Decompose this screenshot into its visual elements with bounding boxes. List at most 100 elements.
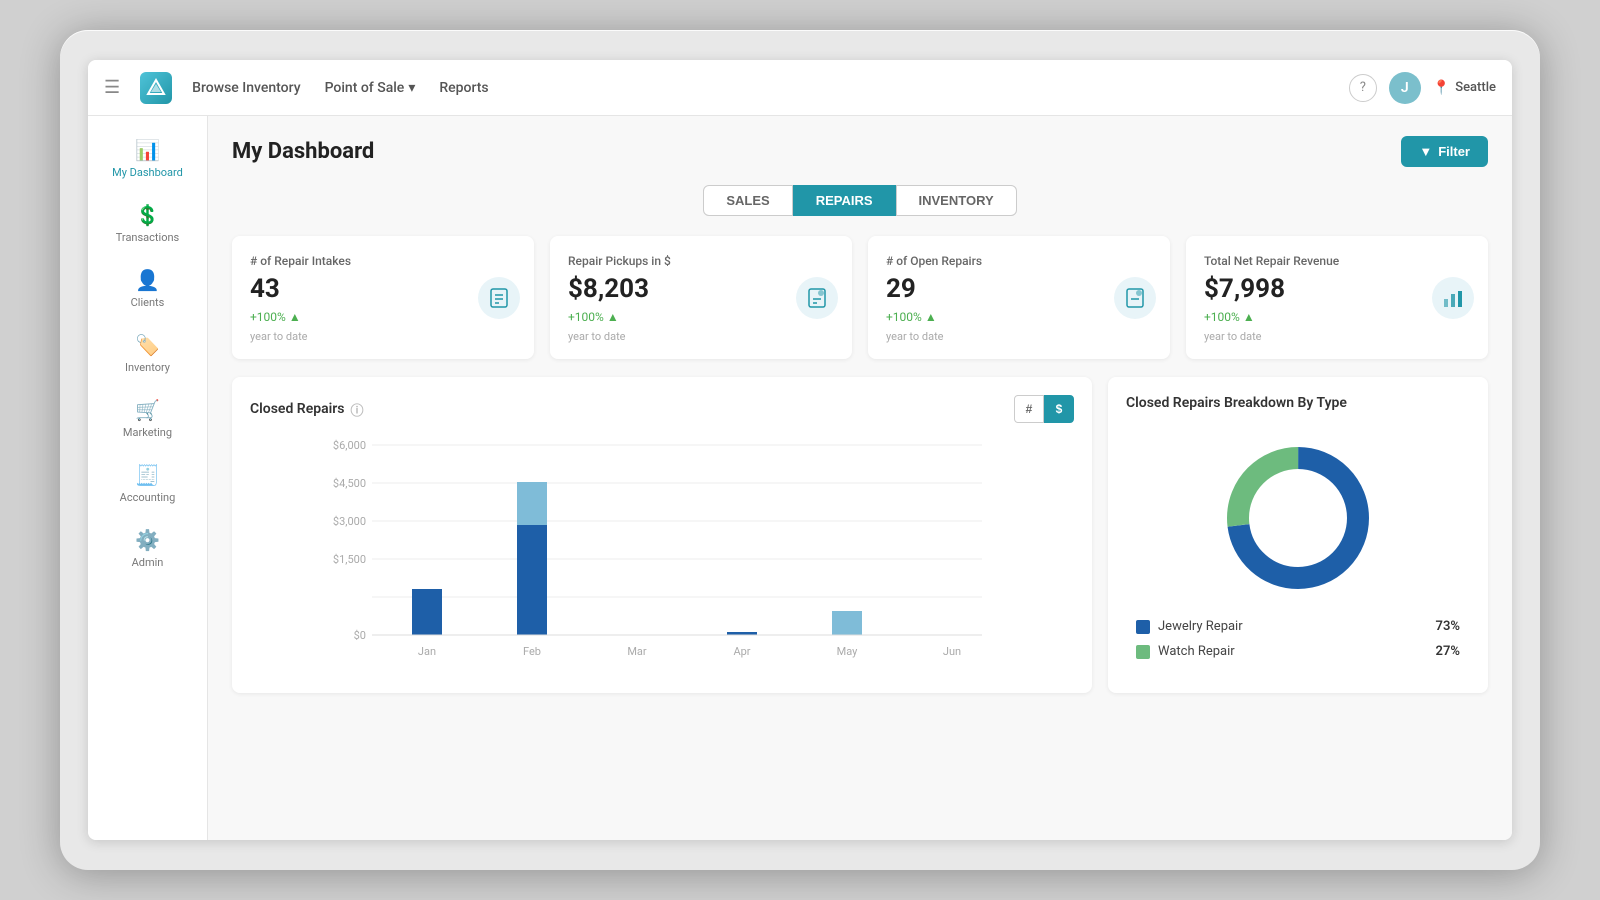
filter-button[interactable]: ▼ Filter	[1401, 136, 1488, 167]
app-window: ☰ Browse Inventory Point of Sale ▾ Repor…	[88, 60, 1512, 840]
tab-inventory[interactable]: INVENTORY	[896, 185, 1017, 216]
stat-icon-1	[796, 277, 838, 319]
sidebar-label-dashboard: My Dashboard	[112, 166, 183, 179]
user-avatar[interactable]: J	[1389, 72, 1421, 104]
jewelry-label: Jewelry Repair	[1158, 619, 1243, 634]
stat-icon-3	[1432, 277, 1474, 319]
stat-date-3: year to date	[1204, 330, 1470, 343]
sidebar-label-accounting: Accounting	[120, 491, 176, 504]
help-button[interactable]: ?	[1349, 74, 1377, 102]
bar-chart-header: Closed Repairs ⓘ # $	[250, 395, 1074, 423]
location-label: Seattle	[1455, 80, 1496, 95]
watch-dot	[1136, 645, 1150, 659]
nav-reports[interactable]: Reports	[439, 80, 488, 96]
stat-label-3: Total Net Repair Revenue	[1204, 254, 1470, 268]
stat-cards: # of Repair Intakes 43 +100% ▲ year to d…	[232, 236, 1488, 359]
bar-chart-card: Closed Repairs ⓘ # $	[232, 377, 1092, 693]
page-title: My Dashboard	[232, 139, 374, 164]
stat-label-0: # of Repair Intakes	[250, 254, 516, 268]
bar-chart-svg: $6,000 $4,500 $3,000 $1,500 $0	[250, 435, 1074, 675]
accounting-icon: 🧾	[135, 463, 160, 487]
logo	[140, 72, 172, 104]
sidebar-item-admin[interactable]: ⚙️ Admin	[88, 518, 207, 579]
arrow-up-icon-2: ▲	[925, 310, 937, 324]
sidebar-item-transactions[interactable]: 💲 Transactions	[88, 193, 207, 254]
bar-chart-area: $6,000 $4,500 $3,000 $1,500 $0	[250, 435, 1074, 675]
chart-toggle: # $	[1014, 395, 1074, 423]
donut-chart-header: Closed Repairs Breakdown By Type	[1126, 395, 1470, 411]
toggle-dollar-button[interactable]: $	[1044, 395, 1074, 423]
tab-repairs[interactable]: REPAIRS	[793, 185, 896, 216]
sidebar-label-clients: Clients	[131, 296, 165, 309]
stat-icon-2	[1114, 277, 1156, 319]
donut-hole	[1250, 470, 1346, 566]
main-layout: 📊 My Dashboard 💲 Transactions 👤 Clients …	[88, 116, 1512, 840]
stat-change-3: +100% ▲	[1204, 310, 1470, 324]
svg-text:$6,000: $6,000	[333, 439, 366, 452]
info-icon: ⓘ	[351, 400, 364, 419]
jewelry-pct: 73%	[1436, 619, 1460, 634]
toggle-hash-button[interactable]: #	[1014, 395, 1044, 423]
chart-legend: Jewelry Repair 73% Watch Repair	[1126, 619, 1470, 669]
stat-value-1: $8,203	[568, 274, 834, 304]
location-pin-icon: 📍	[1433, 80, 1450, 96]
sidebar-item-clients[interactable]: 👤 Clients	[88, 258, 207, 319]
tab-sales[interactable]: SALES	[703, 185, 792, 216]
bar-jan-dark	[412, 589, 442, 635]
sidebar-item-inventory[interactable]: 🏷️ Inventory	[88, 323, 207, 384]
sidebar-label-inventory: Inventory	[125, 361, 170, 374]
bar-may-light	[832, 611, 862, 635]
nav-right: ? J 📍 Seattle	[1349, 72, 1496, 104]
hamburger-icon[interactable]: ☰	[104, 77, 120, 98]
svg-text:$4,500: $4,500	[333, 477, 366, 490]
stat-change-2: +100% ▲	[886, 310, 1152, 324]
svg-text:May: May	[837, 645, 859, 658]
sidebar-label-transactions: Transactions	[116, 231, 179, 244]
nav-point-of-sale[interactable]: Point of Sale ▾	[325, 80, 416, 96]
bar-chart-title: Closed Repairs ⓘ	[250, 400, 364, 419]
donut-chart-title: Closed Repairs Breakdown By Type	[1126, 395, 1347, 411]
sidebar-label-marketing: Marketing	[123, 426, 172, 439]
content-header: My Dashboard ▼ Filter	[232, 136, 1488, 167]
stat-card-revenue: Total Net Repair Revenue $7,998 +100% ▲ …	[1186, 236, 1488, 359]
arrow-up-icon: ▲	[289, 310, 301, 324]
jewelry-dot	[1136, 620, 1150, 634]
legend-item-watch: Watch Repair 27%	[1136, 644, 1460, 659]
svg-text:$3,000: $3,000	[333, 515, 366, 528]
stat-date-1: year to date	[568, 330, 834, 343]
donut-area: Jewelry Repair 73% Watch Repair	[1126, 423, 1470, 669]
svg-text:$1,500: $1,500	[333, 553, 366, 566]
top-nav: ☰ Browse Inventory Point of Sale ▾ Repor…	[88, 60, 1512, 116]
nav-browse-inventory[interactable]: Browse Inventory	[192, 80, 300, 96]
stat-card-repair-pickups: Repair Pickups in $ $8,203 +100% ▲ year …	[550, 236, 852, 359]
marketing-icon: 🛒	[135, 398, 160, 422]
sidebar-item-accounting[interactable]: 🧾 Accounting	[88, 453, 207, 514]
filter-icon: ▼	[1419, 144, 1432, 159]
stat-label-1: Repair Pickups in $	[568, 254, 834, 268]
stat-value-2: 29	[886, 274, 1152, 304]
admin-icon: ⚙️	[135, 528, 160, 552]
device-frame: ☰ Browse Inventory Point of Sale ▾ Repor…	[60, 30, 1540, 870]
bar-feb-dark	[517, 525, 547, 635]
stat-date-0: year to date	[250, 330, 516, 343]
stat-change-0: +100% ▲	[250, 310, 516, 324]
tab-group: SALES REPAIRS INVENTORY	[232, 185, 1488, 216]
dashboard-icon: 📊	[135, 138, 160, 162]
stat-change-1: +100% ▲	[568, 310, 834, 324]
svg-text:Jun: Jun	[943, 645, 961, 658]
donut-chart-card: Closed Repairs Breakdown By Type	[1108, 377, 1488, 693]
svg-text:Apr: Apr	[733, 645, 750, 658]
watch-pct: 27%	[1436, 644, 1460, 659]
filter-label: Filter	[1438, 144, 1470, 159]
svg-text:Jan: Jan	[418, 645, 436, 658]
stat-card-open-repairs: # of Open Repairs 29 +100% ▲ year to dat…	[868, 236, 1170, 359]
stat-date-2: year to date	[886, 330, 1152, 343]
sidebar-label-admin: Admin	[132, 556, 164, 569]
svg-text:$0: $0	[354, 629, 366, 642]
stat-card-repair-intakes: # of Repair Intakes 43 +100% ▲ year to d…	[232, 236, 534, 359]
inventory-icon: 🏷️	[135, 333, 160, 357]
sidebar-item-marketing[interactable]: 🛒 Marketing	[88, 388, 207, 449]
transactions-icon: 💲	[135, 203, 160, 227]
sidebar-item-dashboard[interactable]: 📊 My Dashboard	[88, 128, 207, 189]
chevron-down-icon: ▾	[408, 80, 415, 96]
